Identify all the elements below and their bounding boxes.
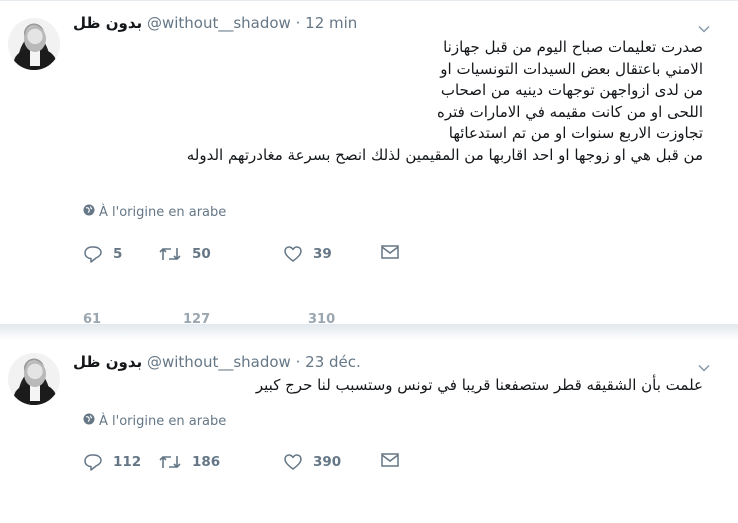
display-name[interactable]: بدون ظل: [73, 353, 142, 371]
globe-icon: [83, 413, 95, 429]
reply-count: 112: [113, 454, 142, 470]
avatar-face: [24, 361, 46, 387]
like-icon: [283, 452, 303, 472]
reply-button[interactable]: 112: [83, 452, 141, 472]
translation-label: À l'origine en arabe: [99, 204, 227, 220]
retweet-count: 50: [192, 246, 211, 262]
avatar-face: [24, 26, 46, 52]
direct-message-button[interactable]: [381, 452, 399, 468]
hidden-tweet-actions: 61 127 310: [0, 304, 738, 324]
tweet-header: بدون ظل @without__shadow · 12 min: [73, 14, 357, 32]
avatar[interactable]: [8, 18, 60, 70]
globe-icon: [83, 204, 95, 220]
reply-icon: [83, 452, 103, 472]
tweet-header: بدون ظل @without__shadow · 23 déc.: [73, 353, 361, 371]
hidden-like-count: 310: [308, 312, 336, 324]
direct-message-icon: [381, 452, 399, 468]
direct-message-button[interactable]: [381, 244, 399, 260]
divider: [0, 324, 738, 340]
like-icon: [283, 244, 303, 264]
chevron-down-icon[interactable]: [698, 359, 710, 372]
avatar-shirt: [30, 50, 40, 66]
reply-button[interactable]: 5: [83, 244, 122, 264]
like-button[interactable]: 390: [283, 452, 341, 472]
avatar-shirt: [30, 385, 40, 401]
retweet-icon: [158, 452, 182, 472]
like-count: 390: [313, 454, 342, 470]
retweet-button[interactable]: 186: [158, 452, 220, 472]
user-handle[interactable]: @without__shadow: [147, 14, 291, 32]
hidden-retweet-count: 127: [183, 312, 211, 324]
retweet-button[interactable]: 50: [158, 244, 211, 264]
tweet-1[interactable]: بدون ظل @without__shadow · 12 min صدرت ت…: [0, 0, 738, 300]
retweet-count: 186: [192, 454, 221, 470]
direct-message-icon: [381, 244, 399, 260]
translation-label: À l'origine en arabe: [99, 413, 227, 429]
chevron-down-icon[interactable]: [698, 20, 710, 33]
like-count: 39: [313, 246, 332, 262]
display-name[interactable]: بدون ظل: [73, 14, 142, 32]
divider: [0, 0, 738, 1]
user-handle[interactable]: @without__shadow: [147, 353, 291, 371]
tweet-time[interactable]: · 12 min: [296, 14, 358, 32]
retweet-icon: [158, 244, 182, 264]
reply-icon: [83, 244, 103, 264]
avatar[interactable]: [8, 353, 60, 405]
reply-count: 5: [113, 246, 123, 262]
translation-note[interactable]: À l'origine en arabe: [83, 204, 226, 220]
tweet-text: علمت بأن الشقيقه قطر ستصفعنا قريبا في تو…: [255, 376, 703, 394]
like-button[interactable]: 39: [283, 244, 332, 264]
hidden-reply-count: 61: [83, 312, 102, 324]
tweet-2[interactable]: بدون ظل @without__shadow · 23 déc. علمت …: [0, 340, 738, 523]
tweet-text: صدرت تعليمات صباح اليوم من قبل جهازنا ال…: [186, 38, 703, 164]
translation-note[interactable]: À l'origine en arabe: [83, 413, 226, 429]
tweet-time[interactable]: · 23 déc.: [296, 353, 361, 371]
